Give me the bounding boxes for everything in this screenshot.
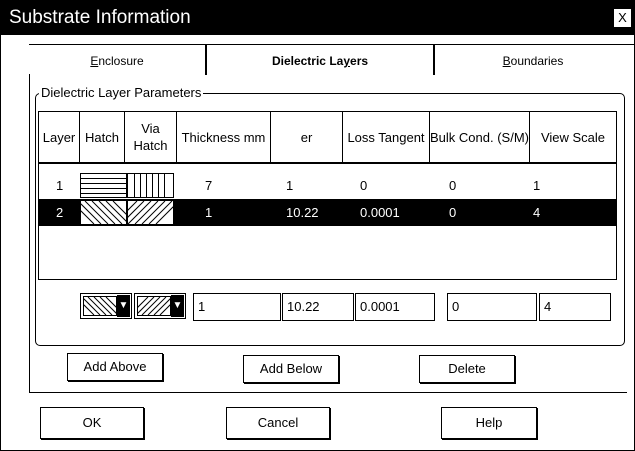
table-row-selected[interactable]: 2 1 10.22 0.0001 0 4 xyxy=(39,199,616,226)
tab-boundaries[interactable]: Boundaries xyxy=(435,45,631,75)
column-header: Thickness mm xyxy=(177,112,271,162)
bulk-cond-field[interactable]: 0 xyxy=(447,293,537,321)
loss-cell: 0 xyxy=(360,178,368,193)
column-header: Loss Tangent xyxy=(343,112,430,162)
thickness-field[interactable]: 1 xyxy=(193,293,281,321)
table-row[interactable]: 1 7 1 0 0 1 xyxy=(39,172,616,199)
tab-dielectric-layers[interactable]: Dielectric Layers xyxy=(207,45,433,75)
column-header: Layer xyxy=(39,112,80,162)
hatch-horizontal-icon xyxy=(80,173,127,198)
window-title: Substrate Information xyxy=(9,7,191,28)
hatch-select[interactable]: ▼ xyxy=(75,293,132,319)
column-header: Bulk Cond. (S/M) xyxy=(430,112,530,162)
cancel-button[interactable]: Cancel xyxy=(226,407,330,439)
bulk-cell: 0 xyxy=(449,205,457,220)
close-icon[interactable]: X xyxy=(614,9,631,27)
tab-dielectric-accel: y xyxy=(343,54,351,68)
scale-cell: 1 xyxy=(533,178,541,193)
column-header: Hatch xyxy=(80,112,125,162)
column-header: er xyxy=(271,112,343,162)
tab-dielectric-label-pre: Dielectric La xyxy=(271,54,344,68)
thickness-cell: 1 xyxy=(205,205,213,220)
help-button[interactable]: Help xyxy=(441,407,537,439)
er-field[interactable]: 10.22 xyxy=(282,293,354,321)
tab-enclosure[interactable]: Enclosure xyxy=(29,45,205,75)
column-header: View Scale xyxy=(540,129,606,145)
layer-cell: 2 xyxy=(56,205,64,220)
layers-table[interactable]: Layer Hatch Via Hatch Thickness mm er Lo… xyxy=(38,111,617,280)
table-header: Layer Hatch Via Hatch Thickness mm er Lo… xyxy=(39,112,616,164)
group-title: Dielectric Layer Parameters xyxy=(39,85,204,100)
title-bar[interactable]: Substrate Information X xyxy=(1,1,634,35)
hatch-vertical-icon xyxy=(127,173,174,198)
loss-tangent-field[interactable]: 0.0001 xyxy=(355,293,435,321)
via-hatch-select[interactable]: ▼ xyxy=(129,293,186,319)
loss-cell: 0.0001 xyxy=(360,205,400,220)
add-above-button[interactable]: Add Above xyxy=(67,353,163,381)
delete-button[interactable]: Delete xyxy=(419,355,515,383)
substrate-dialog: Substrate Information X Enclosure Dielec… xyxy=(0,0,635,451)
bulk-cell: 0 xyxy=(449,178,457,193)
hatch-diagonal-forward-icon xyxy=(113,200,180,225)
ok-button[interactable]: OK xyxy=(40,407,144,439)
er-cell: 1 xyxy=(286,178,294,193)
hatch-diagonal-back-icon xyxy=(70,200,137,225)
add-below-button[interactable]: Add Below xyxy=(243,355,339,383)
tab-enclosure-label: nclosure xyxy=(98,54,144,68)
tab-bar: Enclosure Dielectric Layers Boundaries xyxy=(29,44,635,75)
hatch-diagonal-forward-icon xyxy=(129,296,179,316)
chevron-down-icon[interactable]: ▼ xyxy=(117,295,130,317)
tab-boundaries-accel: B xyxy=(502,54,511,68)
scale-cell: 4 xyxy=(533,205,541,220)
er-cell: 10.22 xyxy=(286,205,319,220)
column-header: Via Hatch xyxy=(125,112,177,162)
layer-cell: 1 xyxy=(56,178,64,193)
hatch-diagonal-back-icon xyxy=(75,296,125,316)
tab-boundaries-label: oundaries xyxy=(510,54,564,68)
chevron-down-icon[interactable]: ▼ xyxy=(171,295,184,317)
tab-dielectric-label-post: ers xyxy=(350,54,369,68)
thickness-cell: 7 xyxy=(205,178,213,193)
view-scale-field[interactable]: 4 xyxy=(539,293,611,321)
